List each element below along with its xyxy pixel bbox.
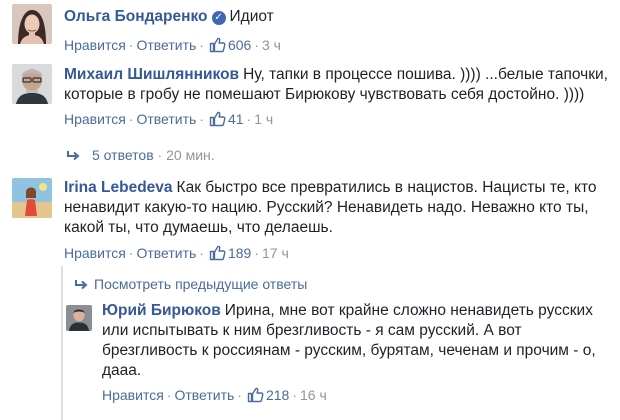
thread-line bbox=[61, 266, 63, 420]
like-button[interactable]: Нравится bbox=[64, 245, 126, 261]
separator: · bbox=[166, 387, 172, 403]
separator: · bbox=[292, 387, 297, 403]
comment: Михаил Шишлянников Ну, тапки в процессе п… bbox=[12, 64, 612, 131]
timestamp[interactable]: 16 ч bbox=[300, 387, 327, 403]
comment-author[interactable]: Юрий Бирюков bbox=[102, 302, 221, 319]
thumbs-up-icon bbox=[209, 36, 226, 57]
comment-message: Идиот bbox=[229, 8, 274, 25]
like-count[interactable]: 606 bbox=[228, 37, 251, 53]
separator: · bbox=[153, 147, 167, 163]
avatar[interactable] bbox=[12, 178, 52, 218]
avatar[interactable] bbox=[66, 305, 92, 331]
comment-text: Ольга Бондаренко ✓ Идиот bbox=[64, 7, 612, 27]
separator: · bbox=[199, 111, 204, 127]
comment-text: Юрий Бирюков Ирина, мне вот крайне сложно… bbox=[102, 301, 616, 381]
like-button[interactable]: Нравится bbox=[64, 111, 126, 127]
view-previous-replies-link[interactable]: Посмотреть предыдущие ответы bbox=[74, 275, 307, 295]
separator: · bbox=[128, 245, 134, 261]
thumbs-up-icon bbox=[209, 244, 226, 265]
avatar[interactable] bbox=[12, 64, 52, 104]
verified-badge-icon: ✓ bbox=[211, 11, 226, 25]
timestamp[interactable]: 3 ч bbox=[262, 37, 281, 53]
reply-button[interactable]: Ответить bbox=[136, 37, 196, 53]
comment-text: Михаил Шишлянников Ну, тапки в процессе п… bbox=[64, 65, 612, 105]
separator: · bbox=[237, 387, 242, 403]
separator: · bbox=[128, 37, 134, 53]
reply-comment: Юрий Бирюков Ирина, мне вот крайне сложно… bbox=[66, 300, 616, 407]
like-button[interactable]: Нравится bbox=[64, 37, 126, 53]
view-replies-link[interactable]: 5 ответов · 20 мин. bbox=[66, 146, 215, 166]
separator: · bbox=[254, 245, 259, 261]
comment-feed: Ольга Бондаренко ✓ Идиот Нравится · Ответить… bbox=[0, 0, 620, 420]
comment-actions: Нравится · Ответить · 606 · 3 ч bbox=[64, 36, 612, 57]
comment: Irina Lebedeva Как быстро все превратилис… bbox=[12, 176, 612, 265]
reply-arrow-icon bbox=[66, 148, 80, 166]
like-button[interactable]: Нравится bbox=[102, 387, 164, 403]
replies-time: 20 мин. bbox=[166, 147, 215, 163]
previous-replies-label[interactable]: Посмотреть предыдущие ответы bbox=[94, 276, 307, 292]
thumbs-up-icon bbox=[247, 386, 264, 407]
comment-actions: Нравится · Ответить · 218 · 16 ч bbox=[102, 386, 616, 407]
reply-arrow-icon bbox=[74, 277, 88, 295]
replies-count[interactable]: 5 ответов bbox=[92, 147, 154, 163]
like-count[interactable]: 41 bbox=[228, 111, 244, 127]
comment-actions: Нравится · Ответить · 41 · 1 ч bbox=[64, 110, 612, 131]
comment-author[interactable]: Irina Lebedeva bbox=[64, 179, 173, 196]
reply-button[interactable]: Ответить bbox=[136, 111, 196, 127]
like-count[interactable]: 218 bbox=[266, 387, 289, 403]
timestamp[interactable]: 1 ч bbox=[254, 111, 273, 127]
comment-author[interactable]: Михаил Шишлянников bbox=[64, 66, 239, 83]
like-count[interactable]: 189 bbox=[228, 245, 251, 261]
separator: · bbox=[199, 37, 204, 53]
comment-actions: Нравится · Ответить · 189 · 17 ч bbox=[64, 244, 612, 265]
timestamp[interactable]: 17 ч bbox=[262, 245, 289, 261]
separator: · bbox=[199, 245, 204, 261]
comment-text: Irina Lebedeva Как быстро все превратилис… bbox=[64, 178, 612, 238]
separator: · bbox=[246, 111, 252, 127]
reply-button[interactable]: Ответить bbox=[174, 387, 234, 403]
avatar[interactable] bbox=[12, 4, 52, 44]
comment-author[interactable]: Ольга Бондаренко bbox=[64, 8, 208, 25]
reply-button[interactable]: Ответить bbox=[136, 245, 196, 261]
separator: · bbox=[254, 37, 259, 53]
comment: Ольга Бондаренко ✓ Идиот Нравится · Ответить… bbox=[12, 4, 612, 57]
separator: · bbox=[128, 111, 134, 127]
thumbs-up-icon bbox=[209, 110, 226, 131]
